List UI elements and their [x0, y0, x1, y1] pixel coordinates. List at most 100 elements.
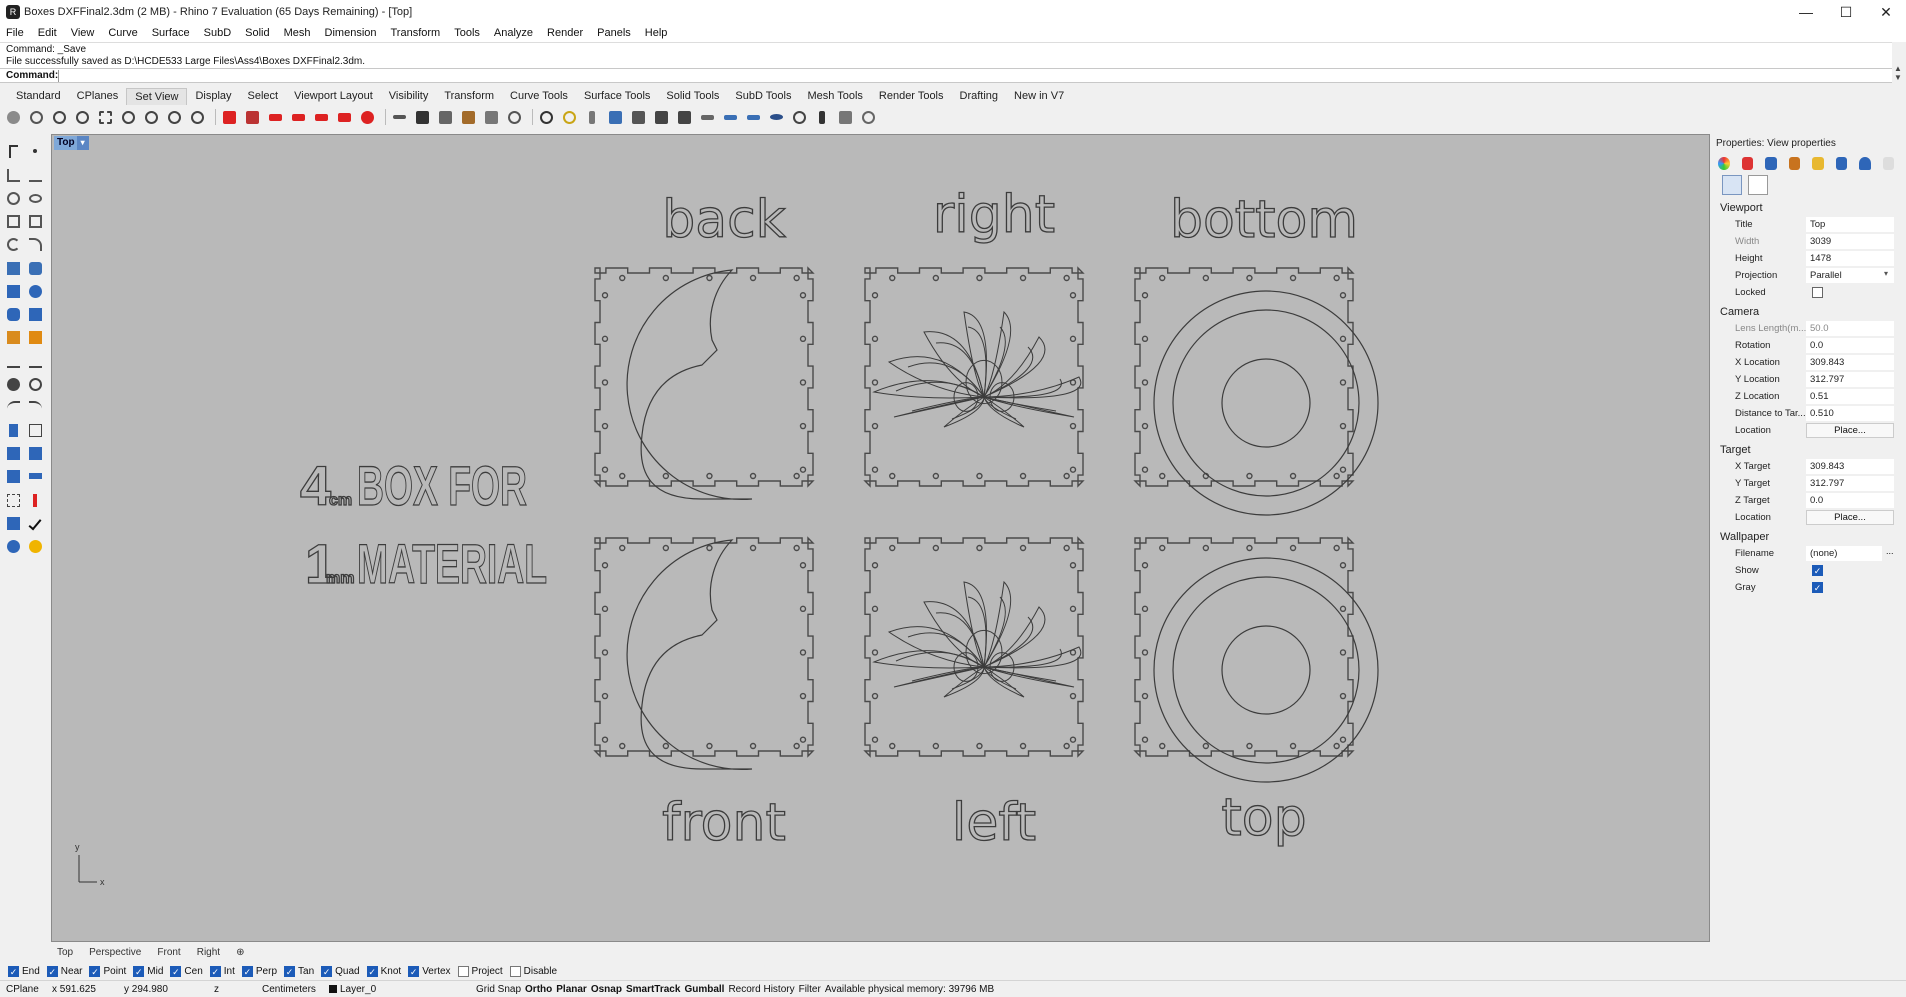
- viewport-tab-right[interactable]: Right: [197, 947, 220, 958]
- tab-display[interactable]: Display: [187, 88, 239, 105]
- osnap-checkbox[interactable]: ✓: [133, 965, 145, 977]
- tab-render-tools[interactable]: Render Tools: [871, 88, 952, 105]
- point-icon[interactable]: [26, 142, 44, 160]
- osnap-quad[interactable]: ✓ Quad: [321, 965, 360, 977]
- curve-icon[interactable]: [26, 235, 44, 253]
- extrude-icon[interactable]: [26, 259, 44, 277]
- undo-view-icon[interactable]: [142, 108, 160, 126]
- mesh-icon[interactable]: [26, 305, 44, 323]
- y-location-field[interactable]: 312.797: [1806, 372, 1894, 387]
- material-icon[interactable]: [1741, 156, 1753, 170]
- menu-mesh[interactable]: Mesh: [284, 27, 311, 39]
- viewport-tab-perspective[interactable]: Perspective: [89, 947, 141, 958]
- front-view-icon[interactable]: [220, 108, 238, 126]
- camera-place-button[interactable]: Place...: [1806, 423, 1894, 438]
- sun-icon[interactable]: [698, 108, 716, 126]
- plan-icon[interactable]: [436, 108, 454, 126]
- cube-icon[interactable]: [652, 108, 670, 126]
- osnap-near[interactable]: ✓ Near: [46, 965, 82, 977]
- osnap-project[interactable]: Project: [457, 965, 503, 977]
- analyze-icon[interactable]: [26, 467, 44, 485]
- text-icon[interactable]: [4, 421, 22, 439]
- x-target-field[interactable]: 309.843: [1806, 459, 1894, 474]
- box-icon[interactable]: [4, 282, 22, 300]
- menu-transform[interactable]: Transform: [391, 27, 441, 39]
- rotate-view-icon[interactable]: [27, 108, 45, 126]
- tab-surface-tools[interactable]: Surface Tools: [576, 88, 658, 105]
- osnap-checkbox[interactable]: ✓: [366, 965, 378, 977]
- menu-help[interactable]: Help: [645, 27, 668, 39]
- tab-viewport-layout[interactable]: Viewport Layout: [286, 88, 381, 105]
- lens-length-field[interactable]: 50.0: [1806, 321, 1894, 336]
- osnap-checkbox[interactable]: ✓: [209, 965, 221, 977]
- show-checkbox[interactable]: ✓: [1812, 565, 1823, 576]
- arc-icon[interactable]: [4, 235, 22, 253]
- tab-cplanes[interactable]: CPlanes: [69, 88, 127, 105]
- walkabout-icon[interactable]: [813, 108, 831, 126]
- select-icon[interactable]: [4, 142, 22, 160]
- osnap-point[interactable]: ✓ Point: [89, 965, 126, 977]
- array-icon[interactable]: [4, 444, 22, 462]
- right-view-icon[interactable]: [289, 108, 307, 126]
- perspective-icon[interactable]: [358, 108, 376, 126]
- tab-curve-tools[interactable]: Curve Tools: [502, 88, 576, 105]
- status-gumball[interactable]: Gumball: [684, 984, 724, 995]
- ungroup-icon[interactable]: [26, 375, 44, 393]
- zoom-in-icon[interactable]: [165, 108, 183, 126]
- elevation-icon[interactable]: [459, 108, 477, 126]
- osnap-checkbox[interactable]: ✓: [241, 965, 253, 977]
- maximize-button[interactable]: ☐: [1826, 0, 1866, 24]
- command-scroll-arrows[interactable]: ▲ ▼: [1892, 64, 1904, 84]
- tab-visibility[interactable]: Visibility: [381, 88, 437, 105]
- menu-view[interactable]: View: [71, 27, 95, 39]
- osnap-tan[interactable]: ✓ Tan: [284, 965, 314, 977]
- zoom-selected-icon[interactable]: [119, 108, 137, 126]
- gray-checkbox[interactable]: ✓: [1812, 582, 1823, 593]
- menu-tools[interactable]: Tools: [454, 27, 480, 39]
- osnap-checkbox[interactable]: ✓: [284, 965, 296, 977]
- dimension-icon[interactable]: [26, 421, 44, 439]
- transform-icon[interactable]: [4, 328, 22, 346]
- tab-new-in-v7[interactable]: New in V7: [1006, 88, 1072, 105]
- osnap-checkbox[interactable]: [509, 965, 521, 977]
- zoom-out-icon[interactable]: [188, 108, 206, 126]
- menu-curve[interactable]: Curve: [108, 27, 137, 39]
- osnap-int[interactable]: ✓ Int: [209, 965, 235, 977]
- osnap-end[interactable]: ✓ End: [8, 965, 40, 977]
- line-icon[interactable]: [26, 166, 44, 184]
- status-record-history[interactable]: Record History: [728, 984, 794, 995]
- osnap-cen[interactable]: ✓ Cen: [170, 965, 203, 977]
- measure-icon[interactable]: [26, 491, 44, 509]
- check-icon[interactable]: [26, 514, 44, 532]
- color-wheel-icon[interactable]: [1718, 156, 1730, 170]
- tab-set-view[interactable]: Set View: [126, 88, 188, 105]
- prop-title-field[interactable]: Top: [1806, 217, 1894, 232]
- target-place-button[interactable]: Place...: [1806, 510, 1894, 525]
- menu-render[interactable]: Render: [547, 27, 583, 39]
- browse-button[interactable]: ...: [1886, 546, 1894, 556]
- image-icon[interactable]: [1835, 156, 1847, 170]
- status-ortho[interactable]: Ortho: [525, 984, 552, 995]
- status-layer[interactable]: Layer_0: [340, 984, 472, 995]
- polyline-icon[interactable]: [4, 166, 22, 184]
- sphere-icon[interactable]: [26, 282, 44, 300]
- rotate-icon[interactable]: [790, 108, 808, 126]
- back-view-icon[interactable]: [243, 108, 261, 126]
- boolean-icon[interactable]: [26, 328, 44, 346]
- x-location-field[interactable]: 309.843: [1806, 355, 1894, 370]
- z-target-field[interactable]: 0.0: [1806, 493, 1894, 508]
- environment-icon[interactable]: [1765, 156, 1777, 170]
- tab-drafting[interactable]: Drafting: [952, 88, 1007, 105]
- z-location-field[interactable]: 0.51: [1806, 389, 1894, 404]
- solid-box-icon[interactable]: [4, 467, 22, 485]
- tab-solid-tools[interactable]: Solid Tools: [658, 88, 727, 105]
- tab-mesh-tools[interactable]: Mesh Tools: [799, 88, 870, 105]
- tab-subd-tools[interactable]: SubD Tools: [727, 88, 799, 105]
- osnap-checkbox[interactable]: ✓: [408, 965, 420, 977]
- camera-view-icon[interactable]: [1722, 175, 1742, 195]
- set-cplane-icon[interactable]: [505, 108, 523, 126]
- viewport-tab-front[interactable]: Front: [157, 947, 180, 958]
- offset-icon[interactable]: [26, 398, 44, 416]
- osnap-checkbox[interactable]: ✓: [46, 965, 58, 977]
- osnap-disable[interactable]: Disable: [509, 965, 557, 977]
